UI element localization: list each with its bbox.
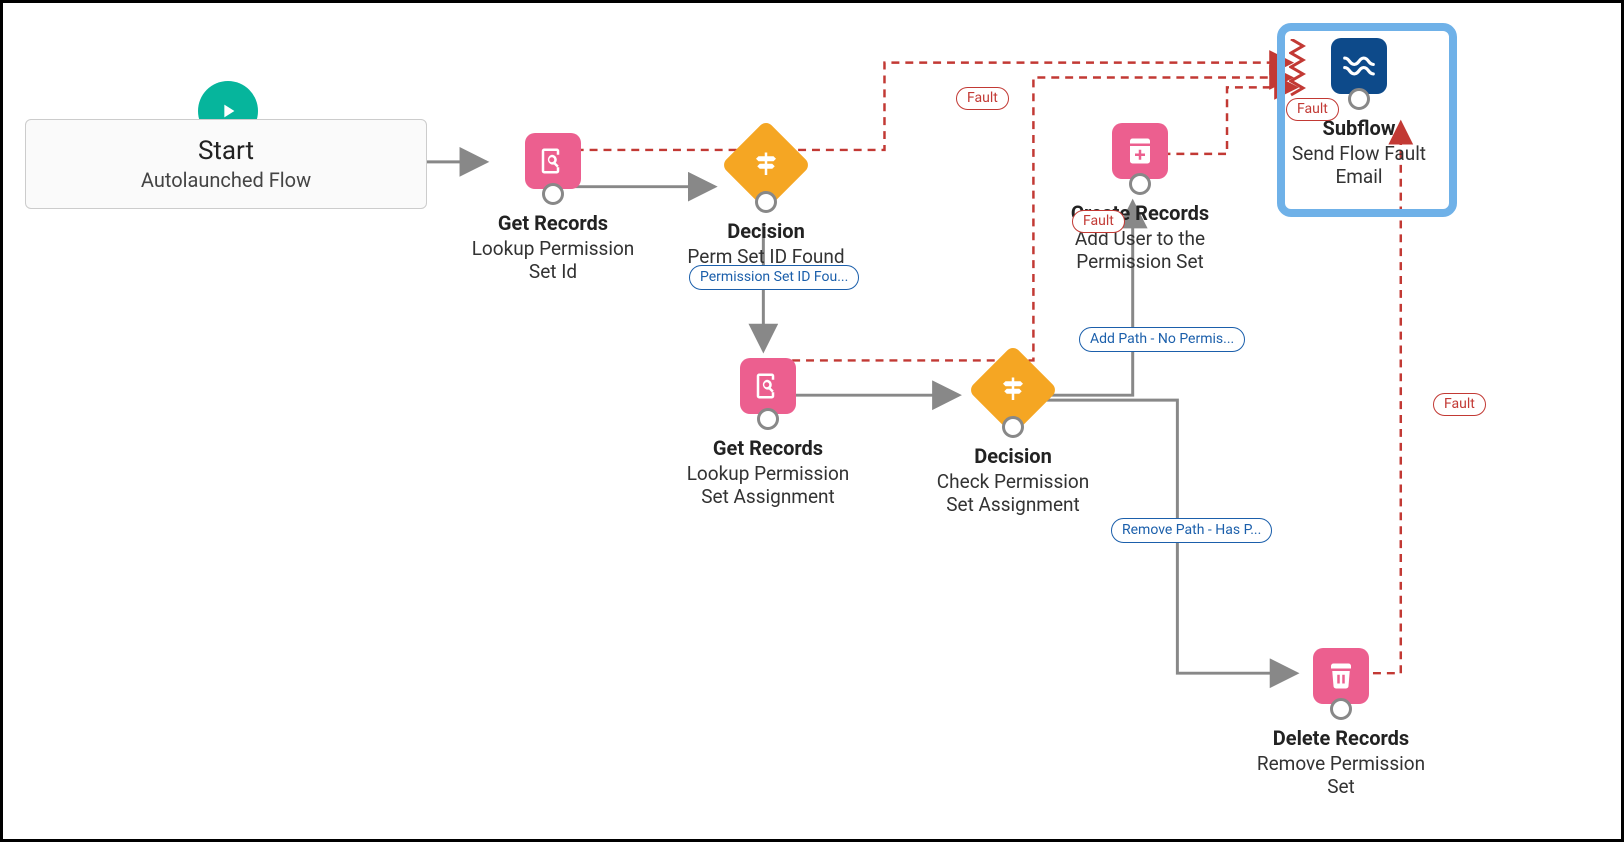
node-decision-1[interactable]: Decision Perm Set ID Found: [671, 133, 861, 268]
node-create-records[interactable]: Create Records Add User to the Permissio…: [1050, 123, 1230, 273]
node-label: Lookup Permission Set Assignment: [673, 462, 863, 508]
node-label: Lookup Permission Set Id: [463, 237, 643, 283]
flow-icon: [1331, 38, 1387, 94]
node-label: Check Permission Set Assignment: [923, 470, 1103, 516]
node-get-records-1[interactable]: Get Records Lookup Permission Set Id: [463, 133, 643, 283]
fault-label-3[interactable]: Fault: [1286, 98, 1339, 121]
node-label: Send Flow Fault Email: [1279, 142, 1439, 188]
fault-label-1[interactable]: Fault: [956, 87, 1009, 110]
outcome-pill-remove[interactable]: Remove Path - Has P...: [1111, 518, 1272, 543]
node-type-label: Delete Records: [1251, 726, 1431, 750]
fault-label-2[interactable]: Fault: [1072, 210, 1125, 233]
node-delete-records[interactable]: Delete Records Remove Permission Set: [1251, 648, 1431, 798]
start-node[interactable]: Start Autolaunched Flow: [25, 119, 427, 209]
node-type-label: Get Records: [673, 436, 863, 460]
node-type-label: Decision: [671, 219, 861, 243]
trash-icon: [1313, 648, 1369, 704]
plus-icon: [1112, 123, 1168, 179]
node-decision-2[interactable]: Decision Check Permission Set Assignment: [923, 358, 1103, 516]
node-type-label: Decision: [923, 444, 1103, 468]
node-type-label: Get Records: [463, 211, 643, 235]
flow-canvas[interactable]: Start Autolaunched Flow Get Records Look…: [0, 0, 1624, 842]
fault-label-4[interactable]: Fault: [1433, 393, 1486, 416]
node-get-records-2[interactable]: Get Records Lookup Permission Set Assign…: [673, 358, 863, 508]
outcome-pill-perm-found[interactable]: Permission Set ID Fou...: [689, 265, 859, 290]
search-icon: [740, 358, 796, 414]
node-label: Remove Permission Set: [1251, 752, 1431, 798]
outcome-pill-add[interactable]: Add Path - No Permis...: [1079, 327, 1245, 352]
search-icon: [525, 133, 581, 189]
start-title: Start: [198, 136, 254, 166]
start-subtitle: Autolaunched Flow: [141, 168, 311, 192]
node-label: Add User to the Permission Set: [1050, 227, 1230, 273]
